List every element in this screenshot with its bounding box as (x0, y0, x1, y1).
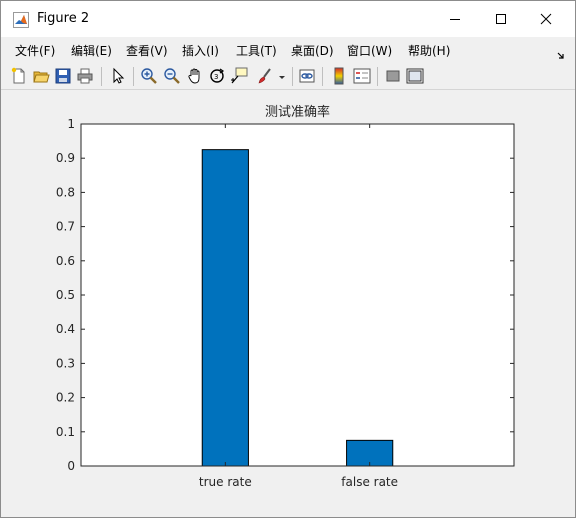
legend-icon[interactable] (353, 67, 371, 85)
y-tick-label: 0.5 (56, 288, 75, 302)
y-tick-label: 1 (67, 117, 75, 131)
select-arrow-icon[interactable] (109, 67, 127, 85)
bar-true-rate (201, 149, 249, 467)
open-file-icon[interactable] (32, 67, 50, 85)
y-tick-label: 0 (67, 459, 75, 473)
y-tick-label: 0.7 (56, 220, 75, 234)
window-title: Figure 2 (37, 11, 90, 26)
toolbar-separator (377, 67, 378, 86)
close-button[interactable] (523, 1, 569, 37)
y-tick-label: 0.4 (56, 322, 75, 336)
dropdown-arrow-icon[interactable] (277, 67, 287, 85)
title-bar: Figure 2 (1, 1, 575, 37)
maximize-button[interactable] (478, 1, 524, 37)
menu-edit[interactable]: 编辑(E) (71, 42, 112, 59)
rotate-3d-icon[interactable]: 3 (208, 67, 226, 85)
toolbar-separator (133, 67, 134, 86)
hide-plot-tools-icon[interactable] (384, 67, 402, 85)
y-tick-label: 0.8 (56, 185, 75, 199)
maximize-icon (496, 14, 506, 24)
menu-help[interactable]: 帮助(H) (408, 42, 450, 59)
matlab-logo-icon (13, 12, 29, 28)
chart-title: 测试准确率 (265, 104, 330, 120)
bar-chart: 0 0.1 0.2 0.3 0.4 0.5 0.6 0.7 0.8 0.9 1 true rate f… (56, 104, 515, 489)
y-tick-label: 0.6 (56, 254, 75, 268)
toolbar-separator (292, 67, 293, 86)
close-icon (540, 13, 552, 25)
y-tick-label: 0.2 (56, 391, 75, 405)
menu-window[interactable]: 窗口(W) (347, 42, 392, 59)
pan-hand-icon[interactable] (186, 67, 204, 85)
link-plot-icon[interactable] (298, 67, 316, 85)
y-tick-label: 0.3 (56, 356, 75, 370)
y-tick-label: 0.9 (56, 151, 75, 165)
colorbar-icon[interactable] (330, 67, 348, 85)
menu-file[interactable]: 文件(F) (15, 42, 55, 59)
save-icon[interactable] (54, 67, 72, 85)
data-cursor-icon[interactable] (230, 67, 248, 85)
show-plot-tools-icon[interactable] (406, 67, 424, 85)
y-tick-label: 0.1 (56, 425, 75, 439)
axes-background (81, 124, 514, 466)
zoom-out-icon[interactable] (163, 67, 181, 85)
figure-canvas: 0 0.1 0.2 0.3 0.4 0.5 0.6 0.7 0.8 0.9 1 true rate f… (7, 93, 569, 511)
menu-insert[interactable]: 插入(I) (182, 42, 219, 59)
x-tick-label: true rate (199, 475, 252, 489)
print-icon[interactable] (76, 67, 94, 85)
zoom-in-icon[interactable] (140, 67, 158, 85)
toolbar-separator (322, 67, 323, 86)
new-figure-icon[interactable] (10, 67, 28, 85)
figure-window: Figure 2 文件(F) 编辑(E) 查看(V) 插入(I) 工具(T) 桌… (0, 0, 576, 518)
figure-toolbar: 3 (1, 63, 575, 90)
menu-desktop[interactable]: 桌面(D) (291, 42, 334, 59)
svg-text:3: 3 (214, 73, 218, 81)
menu-overflow-arrow-icon[interactable] (557, 45, 565, 64)
menu-tools[interactable]: 工具(T) (236, 42, 277, 59)
toolbar-separator (101, 67, 102, 86)
brush-icon[interactable] (256, 67, 274, 85)
minimize-icon (450, 19, 460, 20)
menu-view[interactable]: 查看(V) (126, 42, 168, 59)
menu-bar: 文件(F) 编辑(E) 查看(V) 插入(I) 工具(T) 桌面(D) 窗口(W… (1, 37, 575, 63)
minimize-button[interactable] (432, 1, 478, 37)
x-tick-label: false rate (341, 475, 398, 489)
